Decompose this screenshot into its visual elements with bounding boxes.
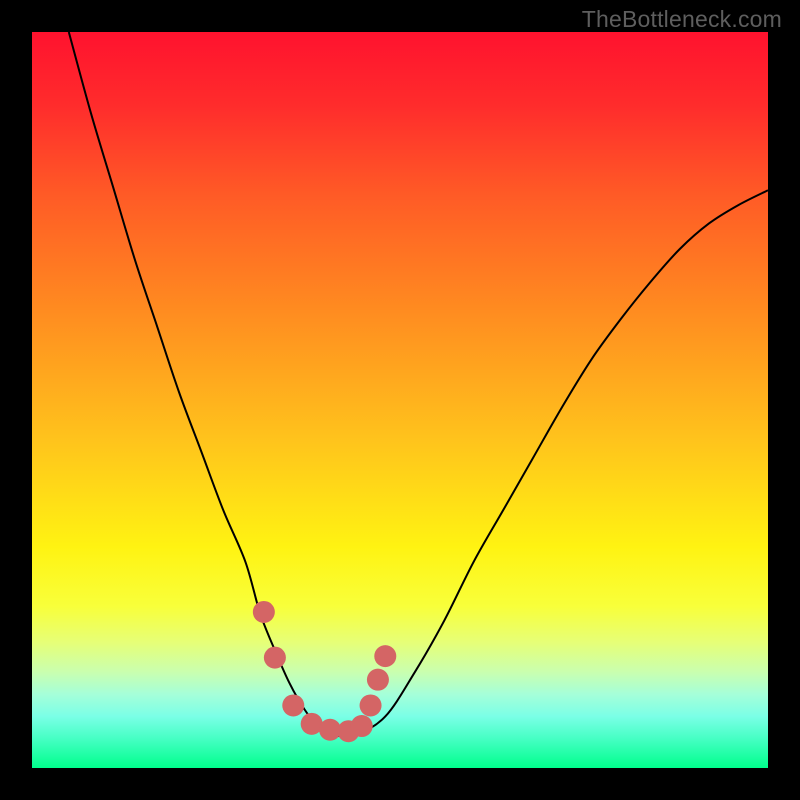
marker-dot [360, 694, 382, 716]
marker-dot [374, 645, 396, 667]
watermark-text: TheBottleneck.com [582, 6, 782, 33]
marker-dot [351, 715, 373, 737]
marker-dot [282, 694, 304, 716]
chart-svg [32, 32, 768, 768]
plot-area [32, 32, 768, 768]
marker-dot [253, 601, 275, 623]
gradient-background [32, 32, 768, 768]
marker-dot [367, 669, 389, 691]
marker-dot [264, 647, 286, 669]
chart-stage: TheBottleneck.com [0, 0, 800, 800]
